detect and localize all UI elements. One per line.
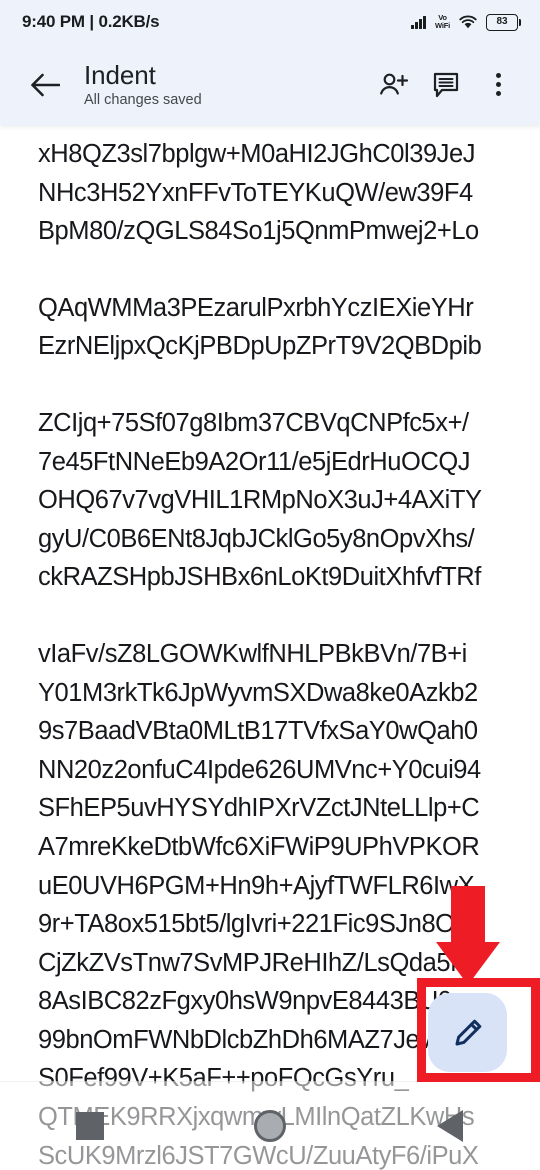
back-triangle-icon [437,1110,463,1142]
back-arrow-icon[interactable] [22,62,68,108]
text-line: 9s7BaadVBta0MLtB17TVfxSaY0wQah0 [38,717,478,746]
text-line: gyU/C0B6ENt8JqbJCklGo5y8nOpvXhs/ [38,524,475,553]
add-person-icon[interactable] [370,61,418,109]
text-line: 9r+TA8ox515bt5/lgIvri+221Fic9SJn8OG [38,910,474,939]
wifi-icon [459,15,477,29]
text-line: Y01M3rkTk6JpWyvmSXDwa8ke0Azkb2 [38,678,478,707]
text-line: 7e45FtNNeEb9A2Or11/e5jEdrHuOCQJ [38,447,471,476]
text-line: NHc3H52YxnFFvToTEYKuQW/ew39F4 [38,178,473,207]
volte-wifi-icon: Vo WiFi [435,14,450,29]
status-bar: 9:40 PM | 0.2KB/s Vo WiFi 83 [0,0,540,44]
paragraph: xH8QZ3sl7bplgw+M0aHI2JGhC0l39JeJ NHc3H52… [0,135,540,251]
home-circle-icon [254,1110,286,1142]
status-icons: Vo WiFi 83 [411,13,522,31]
text-line: ZCIjq+75Sf07g8Ibm37CBVqCNPfc5x+/ [38,408,469,437]
text-line: ckRAZSHpbJSHBx6nLoKt9DuitXhfvfTRf [38,563,481,592]
text-line: SFhEP5uvHYSYdhIPXrVZctJNteLLlp+C [38,794,480,823]
page-title[interactable]: Indent [84,60,370,90]
text-line: uE0UVH6PGM+Hn9h+AjyfTWFLR6IwX [38,871,475,900]
save-status-text: All changes saved [84,91,202,108]
recents-square-icon [76,1112,104,1140]
edit-fab-button[interactable] [428,993,507,1072]
text-line: EzrNEljpxQcKjPBDpUpZPrT9V2QBDpib [38,332,482,361]
paragraph: ZCIjq+75Sf07g8Ibm37CBVqCNPfc5x+/ 7e45FtN… [0,404,540,597]
status-time-network: 9:40 PM | 0.2KB/s [22,12,160,31]
more-options-icon[interactable] [474,61,522,109]
comment-icon[interactable] [422,61,470,109]
text-line: 8AsIBC82zFgxy0hsW9npvE8443BU0z [38,987,464,1016]
edit-pencil-icon [455,1019,481,1045]
title-block: Indent All changes saved [84,60,370,110]
battery-icon: 83 [486,13,522,31]
system-nav-bar [0,1081,540,1170]
battery-level: 83 [496,16,508,27]
cellular-signal-icon [411,15,427,29]
text-line: xH8QZ3sl7bplgw+M0aHI2JGhC0l39JeJ [38,140,476,168]
text-line: vIaFv/sZ8LGOWKwlfNHLPBkBVn/7B+i [38,639,467,668]
phone-screen: 9:40 PM | 0.2KB/s Vo WiFi 83 Indent All … [0,0,540,1170]
text-line: BpM80/zQGLS84So1j5QnmPmwej2+Lo [38,217,479,246]
app-bar-actions [370,61,522,109]
text-line: OHQ67v7vgVHIL1RMpNoX3uJ+4AXiTY [38,486,482,515]
recents-button[interactable] [45,1082,135,1170]
vowifi-line2: WiFi [435,21,450,30]
text-line: 99bnOmFWNbDlcbZhDh6MAZ7Jev+V [38,1025,463,1054]
app-bar: Indent All changes saved [0,44,540,125]
paragraph: QAqWMMa3PEzarulPxrbhYczIEXieYHr EzrNEljp… [0,289,540,366]
text-line: QAqWMMa3PEzarulPxrbhYczIEXieYHr [38,293,474,322]
back-button[interactable] [405,1082,495,1170]
text-line: CjZkZVsTnw7SvMPJReHIhZ/LsQda5f [38,948,457,977]
text-line: A7mreKkeDtbWfc6XiFWiP9UPhVPKOR [38,832,480,861]
home-button[interactable] [225,1082,315,1170]
text-line: NN20z2onfuC4Ipde626UMVnc+Y0cui94 [38,755,481,784]
